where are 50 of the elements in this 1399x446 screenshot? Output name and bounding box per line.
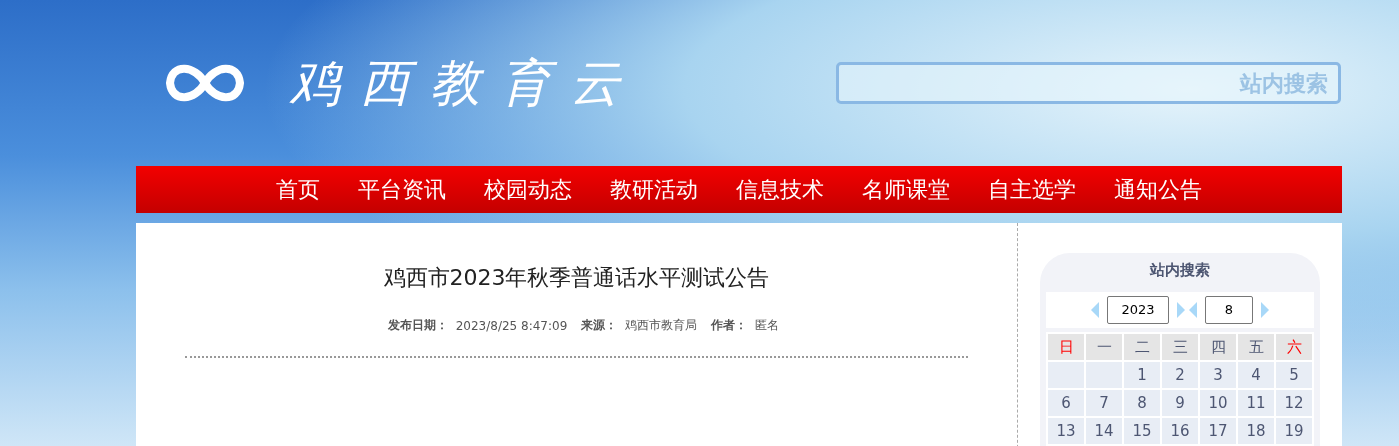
- weekday-header: 二: [1124, 334, 1160, 360]
- weekday-header: 一: [1086, 334, 1122, 360]
- weekday-header: 六: [1276, 334, 1312, 360]
- calendar-day[interactable]: 19: [1276, 418, 1312, 444]
- nav-link[interactable]: 信息技术: [736, 174, 824, 205]
- previous-arrow-icon[interactable]: [1091, 302, 1099, 318]
- calendar-day[interactable]: 15: [1124, 418, 1160, 444]
- previous-arrow-icon[interactable]: [1189, 302, 1197, 318]
- calendar-day[interactable]: 14: [1086, 418, 1122, 444]
- nav-link[interactable]: 名师课堂: [862, 174, 950, 205]
- site-title: 鸡西教育云: [290, 52, 640, 114]
- meta-label: 发布日期：: [387, 317, 448, 334]
- calendar-day[interactable]: 8: [1124, 390, 1160, 416]
- calendar-day[interactable]: 2: [1162, 362, 1198, 388]
- calendar-day[interactable]: 9: [1162, 390, 1198, 416]
- weekday-header: 四: [1200, 334, 1236, 360]
- calendar-day[interactable]: 1: [1124, 362, 1160, 388]
- nav-link[interactable]: 通知公告: [1114, 174, 1202, 205]
- nav-link[interactable]: 平台资讯: [358, 174, 446, 205]
- next-arrow-icon[interactable]: [1177, 302, 1185, 318]
- nav-link[interactable]: 首页: [276, 174, 320, 205]
- calendar-day[interactable]: 6: [1048, 390, 1084, 416]
- year-field[interactable]: 2023: [1107, 296, 1169, 324]
- meta-label: 来源：: [581, 317, 618, 334]
- calendar-day[interactable]: 12: [1276, 390, 1312, 416]
- meta-label: 作者：: [711, 317, 748, 334]
- weekday-header: 日: [1048, 334, 1084, 360]
- nav-link[interactable]: 自主选学: [988, 174, 1076, 205]
- calendar-day[interactable]: 17: [1200, 418, 1236, 444]
- calendar-day[interactable]: 5: [1276, 362, 1312, 388]
- meta-value: 匿名: [755, 317, 780, 334]
- calendar-day[interactable]: 3: [1200, 362, 1236, 388]
- calendar-day[interactable]: 13: [1048, 418, 1084, 444]
- nav-link[interactable]: 校园动态: [484, 174, 572, 205]
- weekday-header: 三: [1162, 334, 1198, 360]
- sidebar-title: 站内搜索: [1148, 261, 1211, 280]
- meta-value: 鸡西市教育局: [625, 317, 698, 334]
- calendar-day[interactable]: 16: [1162, 418, 1198, 444]
- calendar-day[interactable]: 11: [1238, 390, 1274, 416]
- nav-link[interactable]: 教研活动: [610, 174, 698, 205]
- next-arrow-icon[interactable]: [1261, 302, 1269, 318]
- search-field[interactable]: 站内搜索: [836, 62, 1341, 104]
- calendar-day[interactable]: 18: [1238, 418, 1274, 444]
- article-title: 鸡西市2023年秋季普通话水平测试公告: [383, 264, 770, 292]
- calendar-day[interactable]: 10: [1200, 390, 1236, 416]
- calendar-day[interactable]: 7: [1086, 390, 1122, 416]
- weekday-header: 五: [1238, 334, 1274, 360]
- meta-value: 2023/8/25 8:47:09: [455, 318, 568, 333]
- calendar-day[interactable]: 4: [1238, 362, 1274, 388]
- month-field[interactable]: 8: [1205, 296, 1253, 324]
